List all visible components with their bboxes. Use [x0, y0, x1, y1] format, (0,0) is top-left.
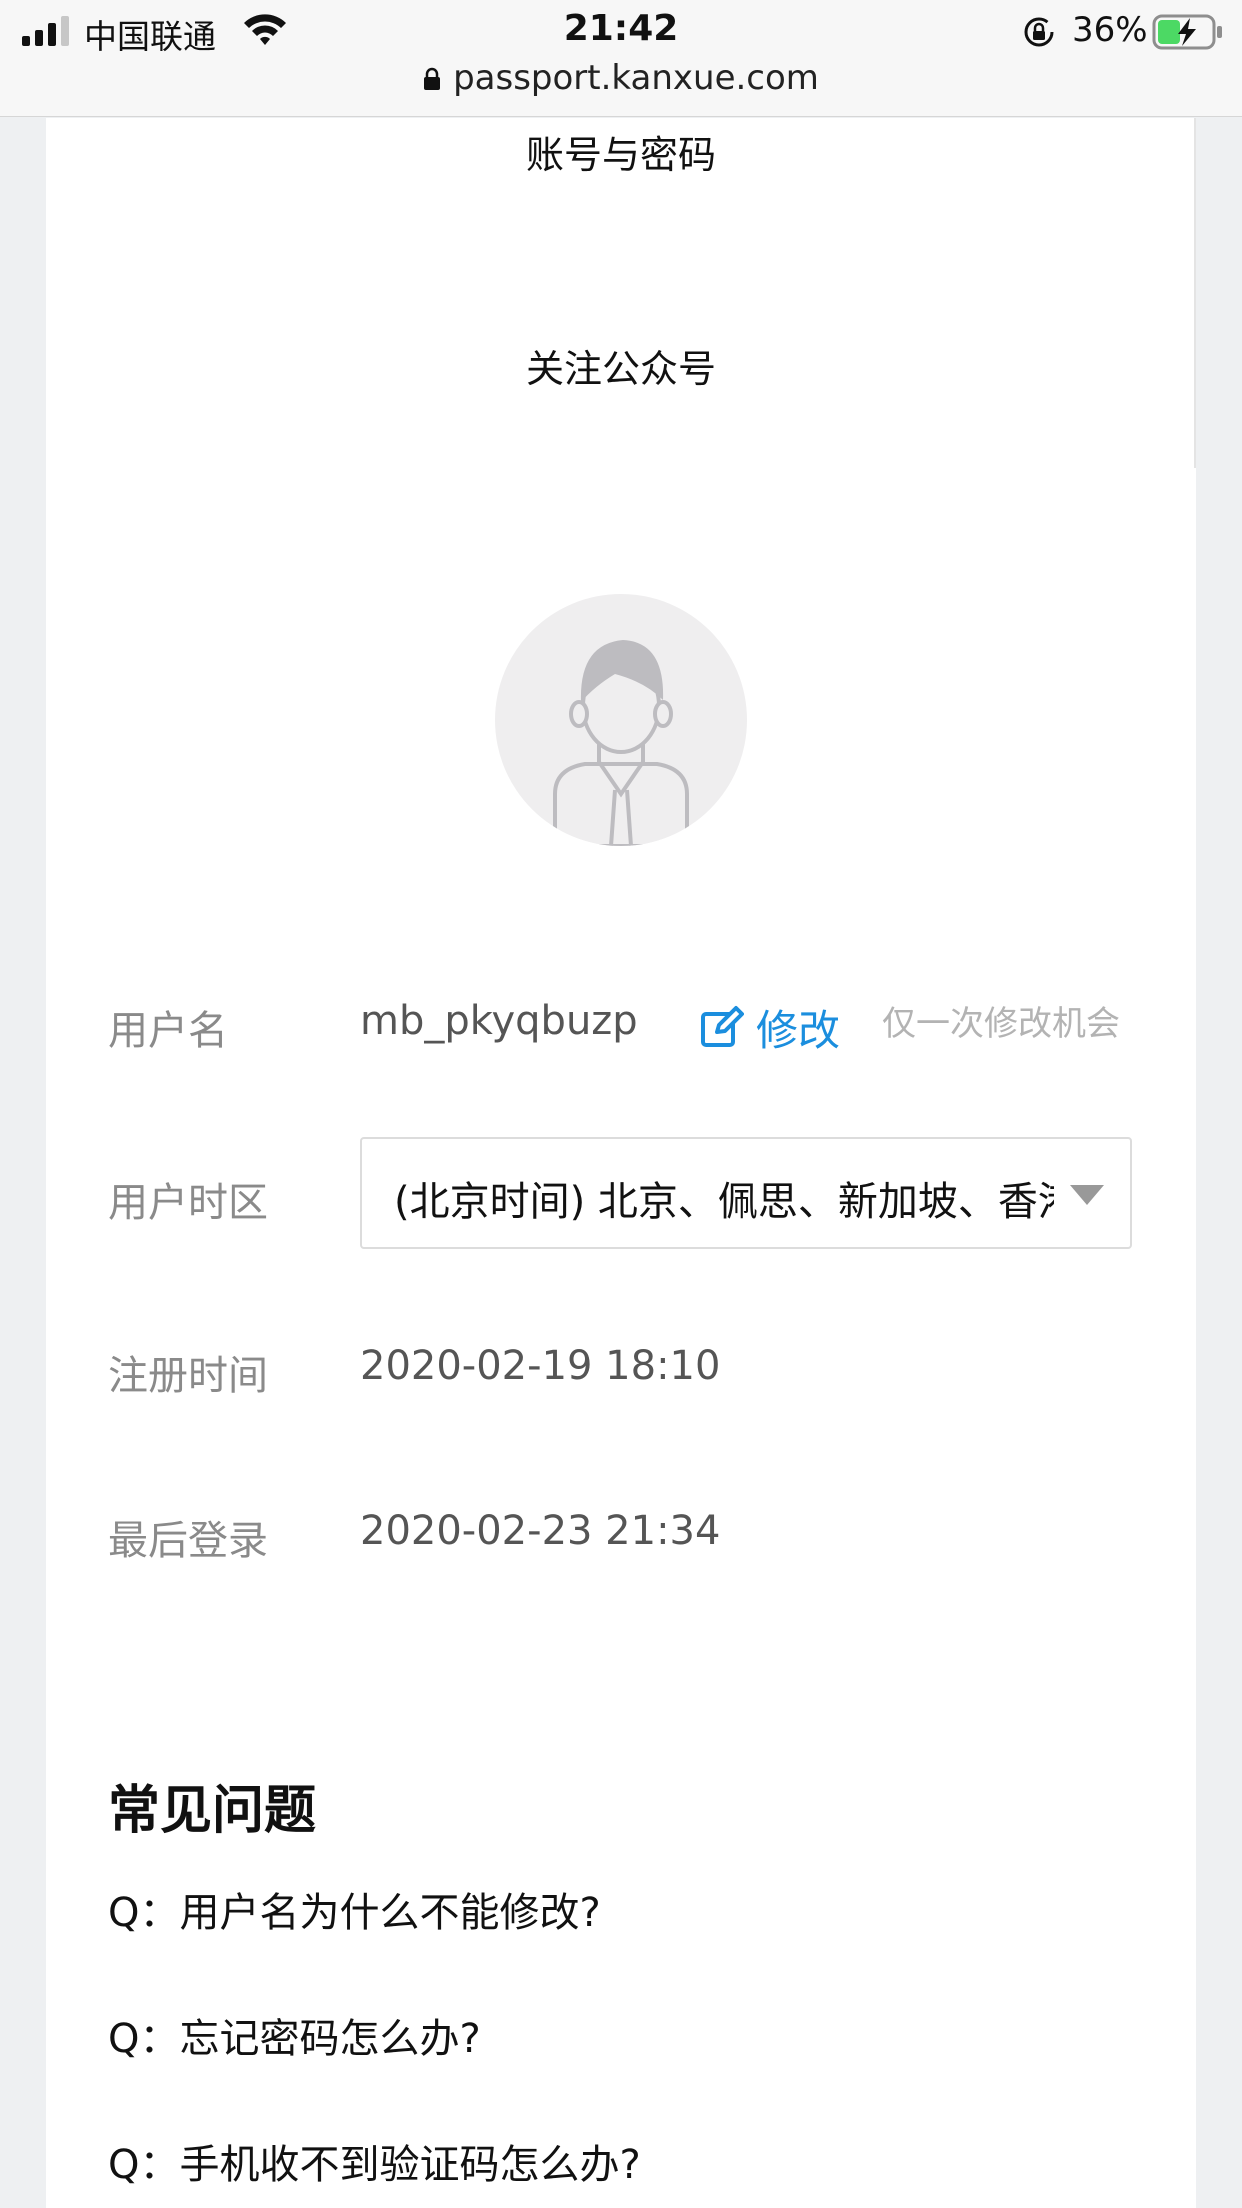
faq-question-2[interactable]: Q：忘记密码怎么办? [108, 2006, 481, 2064]
timezone-label: 用户时区 [108, 1180, 268, 1226]
address-bar[interactable]: passport.kanxue.com [0, 58, 1242, 98]
menu-account-password[interactable]: 账号与密码 [46, 124, 1196, 179]
timezone-selected-value: (北京时间) 北京、佩思、新加坡、香港 [394, 1179, 1054, 1225]
edit-label: 修改 [756, 1006, 841, 1055]
username-value: mb_pkyqbuzp [360, 998, 638, 1044]
faq-title: 常见问题 [108, 1781, 317, 1841]
last-login-value: 2020-02-23 21:34 [360, 1508, 721, 1554]
chevron-down-icon [1070, 1185, 1104, 1205]
edit-icon [701, 1006, 744, 1047]
avatar[interactable] [495, 594, 747, 846]
menu-follow-wechat[interactable]: 关注公众号 [46, 338, 1196, 393]
faq-question-3[interactable]: Q：手机收不到验证码怎么办? [108, 2132, 641, 2190]
register-time-label: 注册时间 [108, 1353, 268, 1399]
battery-charging-icon [1152, 14, 1222, 50]
battery-percent: 36% [1072, 10, 1148, 50]
lock-icon [424, 67, 441, 90]
faq-question-1[interactable]: Q：用户名为什么不能修改? [108, 1880, 601, 1938]
last-login-label: 最后登录 [108, 1518, 268, 1564]
edit-limit-note: 仅一次修改机会 [882, 1004, 1120, 1044]
register-time-value: 2020-02-19 18:10 [360, 1343, 721, 1389]
status-bar: 中国联通 21:42 36% passport.kanxue.com [0, 0, 1242, 117]
default-avatar-icon [553, 640, 689, 846]
timezone-select[interactable]: (北京时间) 北京、佩思、新加坡、香港 [360, 1137, 1132, 1249]
url-text: passport.kanxue.com [453, 58, 819, 98]
username-label: 用户名 [108, 1008, 228, 1054]
edit-username-button[interactable]: 修改 [700, 997, 841, 1055]
rotation-lock-icon [1024, 17, 1054, 47]
